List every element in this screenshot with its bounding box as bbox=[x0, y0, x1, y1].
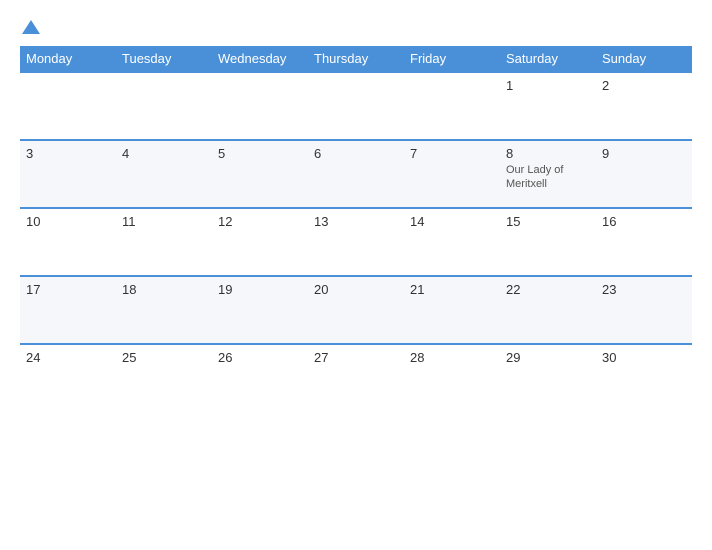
day-number: 8 bbox=[506, 146, 590, 161]
calendar-cell: 17 bbox=[20, 276, 116, 344]
calendar-cell bbox=[308, 72, 404, 140]
day-number: 6 bbox=[314, 146, 398, 161]
weekday-header-sunday: Sunday bbox=[596, 46, 692, 72]
calendar-page: MondayTuesdayWednesdayThursdayFridaySatu… bbox=[0, 0, 712, 550]
calendar-cell: 29 bbox=[500, 344, 596, 412]
calendar-cell: 15 bbox=[500, 208, 596, 276]
calendar-cell: 10 bbox=[20, 208, 116, 276]
day-number: 15 bbox=[506, 214, 590, 229]
calendar-cell: 24 bbox=[20, 344, 116, 412]
day-number: 3 bbox=[26, 146, 110, 161]
calendar-cell: 8 Our Lady of Meritxell bbox=[500, 140, 596, 208]
calendar-cell: 28 bbox=[404, 344, 500, 412]
calendar-cell: 16 bbox=[596, 208, 692, 276]
calendar-cell: 19 bbox=[212, 276, 308, 344]
weekday-header-wednesday: Wednesday bbox=[212, 46, 308, 72]
day-number: 25 bbox=[122, 350, 206, 365]
weekday-header-row: MondayTuesdayWednesdayThursdayFridaySatu… bbox=[20, 46, 692, 72]
calendar-cell bbox=[116, 72, 212, 140]
day-number: 17 bbox=[26, 282, 110, 297]
day-number: 7 bbox=[410, 146, 494, 161]
calendar-cell bbox=[212, 72, 308, 140]
day-number: 23 bbox=[602, 282, 686, 297]
calendar-cell: 5 bbox=[212, 140, 308, 208]
weekday-header-tuesday: Tuesday bbox=[116, 46, 212, 72]
calendar-row-4: 17 18 19 20 21 22 23 bbox=[20, 276, 692, 344]
calendar-cell: 13 bbox=[308, 208, 404, 276]
logo-flag-icon bbox=[22, 18, 40, 36]
day-number: 1 bbox=[506, 78, 590, 93]
calendar-cell: 2 bbox=[596, 72, 692, 140]
day-number: 14 bbox=[410, 214, 494, 229]
calendar-cell: 7 bbox=[404, 140, 500, 208]
calendar-cell: 6 bbox=[308, 140, 404, 208]
calendar-cell: 4 bbox=[116, 140, 212, 208]
day-number: 22 bbox=[506, 282, 590, 297]
day-number: 11 bbox=[122, 214, 206, 229]
weekday-header-monday: Monday bbox=[20, 46, 116, 72]
calendar-cell: 1 bbox=[500, 72, 596, 140]
calendar-cell: 22 bbox=[500, 276, 596, 344]
event-label: Our Lady of Meritxell bbox=[506, 163, 590, 192]
calendar-cell: 30 bbox=[596, 344, 692, 412]
day-number: 24 bbox=[26, 350, 110, 365]
day-number: 2 bbox=[602, 78, 686, 93]
calendar-cell: 21 bbox=[404, 276, 500, 344]
calendar-row-3: 10 11 12 13 14 15 16 bbox=[20, 208, 692, 276]
calendar-cell: 11 bbox=[116, 208, 212, 276]
day-number: 4 bbox=[122, 146, 206, 161]
day-number: 26 bbox=[218, 350, 302, 365]
calendar-cell: 20 bbox=[308, 276, 404, 344]
calendar-cell bbox=[20, 72, 116, 140]
day-number: 18 bbox=[122, 282, 206, 297]
day-number: 13 bbox=[314, 214, 398, 229]
calendar-cell: 14 bbox=[404, 208, 500, 276]
calendar-row-2: 345678 Our Lady of Meritxell 9 bbox=[20, 140, 692, 208]
logo bbox=[20, 18, 40, 36]
calendar-cell: 27 bbox=[308, 344, 404, 412]
day-number: 5 bbox=[218, 146, 302, 161]
calendar-table: MondayTuesdayWednesdayThursdayFridaySatu… bbox=[20, 46, 692, 412]
weekday-header-friday: Friday bbox=[404, 46, 500, 72]
calendar-cell: 3 bbox=[20, 140, 116, 208]
weekday-header-thursday: Thursday bbox=[308, 46, 404, 72]
calendar-cell: 25 bbox=[116, 344, 212, 412]
day-number: 29 bbox=[506, 350, 590, 365]
calendar-cell: 18 bbox=[116, 276, 212, 344]
weekday-header-saturday: Saturday bbox=[500, 46, 596, 72]
day-number: 30 bbox=[602, 350, 686, 365]
day-number: 20 bbox=[314, 282, 398, 297]
day-number: 19 bbox=[218, 282, 302, 297]
calendar-cell bbox=[404, 72, 500, 140]
calendar-cell: 23 bbox=[596, 276, 692, 344]
calendar-cell: 26 bbox=[212, 344, 308, 412]
header bbox=[20, 18, 692, 36]
day-number: 12 bbox=[218, 214, 302, 229]
day-number: 16 bbox=[602, 214, 686, 229]
day-number: 27 bbox=[314, 350, 398, 365]
calendar-row-5: 24 25 26 27 28 29 30 bbox=[20, 344, 692, 412]
calendar-cell: 12 bbox=[212, 208, 308, 276]
day-number: 21 bbox=[410, 282, 494, 297]
day-number: 28 bbox=[410, 350, 494, 365]
calendar-row-1: 12 bbox=[20, 72, 692, 140]
calendar-cell: 9 bbox=[596, 140, 692, 208]
day-number: 9 bbox=[602, 146, 686, 161]
day-number: 10 bbox=[26, 214, 110, 229]
